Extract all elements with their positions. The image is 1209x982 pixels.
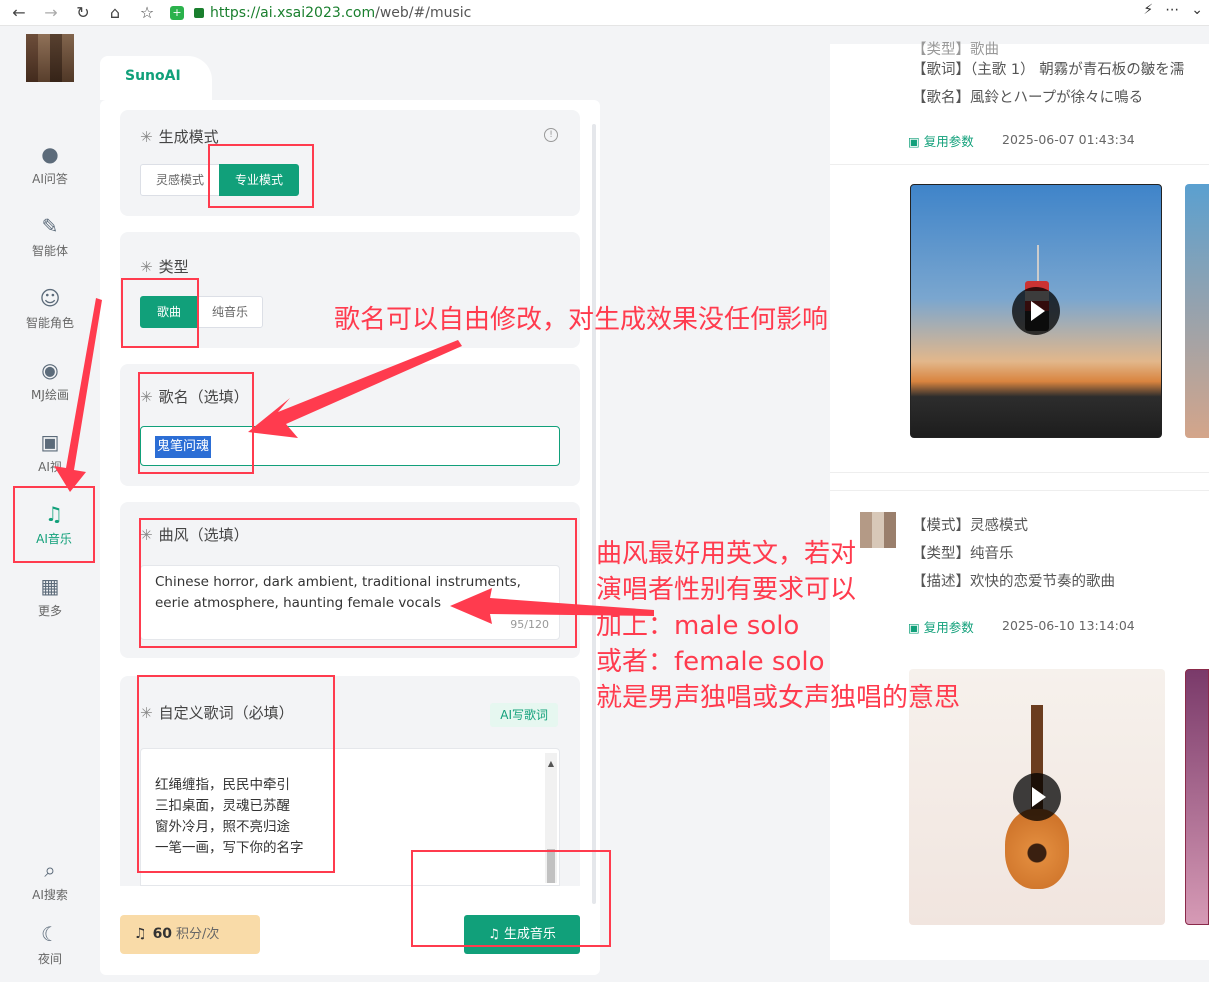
divider xyxy=(830,164,1209,165)
annotation-song-name: 歌名可以自由修改，对生成效果没任何影响 xyxy=(334,305,829,335)
favorites-icon[interactable]: ☆ xyxy=(136,2,158,24)
reuse-params-button[interactable]: ▣ 复用参数 xyxy=(908,617,974,636)
history-avatar xyxy=(860,512,896,548)
copy-icon: ▣ xyxy=(908,620,920,635)
reuse-params-button[interactable]: ▣ 复用参数 xyxy=(908,131,974,150)
sidebar-item-label: MJ绘画 xyxy=(31,388,69,402)
reload-icon[interactable]: ↻ xyxy=(72,2,94,24)
ai-write-lyrics-button[interactable]: AI写歌词 xyxy=(490,703,558,727)
sidebar-item-role[interactable]: ☺ 智能角色 xyxy=(0,286,100,331)
head-icon: ☺ xyxy=(39,286,61,310)
music-note-icon: ♫ xyxy=(134,926,147,942)
sidebar-item-ai-video[interactable]: ▣ AI视 xyxy=(0,430,100,475)
avatar[interactable] xyxy=(26,34,74,82)
sidebar-item-more[interactable]: ▦ 更多 xyxy=(0,574,100,619)
info-icon[interactable]: ! xyxy=(544,128,558,142)
more-icon[interactable]: ⋯ xyxy=(1165,2,1179,18)
annotation-style-line: 或者：female solo xyxy=(596,647,825,677)
points-unit: 积分/次 xyxy=(176,927,220,942)
song-cover-partial[interactable] xyxy=(1185,184,1209,438)
copy-icon: ▣ xyxy=(908,134,920,149)
browser-toolbar: ← → ↻ ⌂ ☆ + https://ai.xsai2023.com/web/… xyxy=(0,0,1209,26)
highlight-ai-music xyxy=(13,486,95,563)
panel-scrollbar[interactable] xyxy=(592,124,596,904)
grid-icon: ▦ xyxy=(40,574,60,598)
address-bar[interactable]: + https://ai.xsai2023.com/web/#/music xyxy=(164,1,471,25)
lock-icon xyxy=(194,7,204,18)
search-icon: ⌕ xyxy=(44,858,56,882)
palette-icon: ◉ xyxy=(41,358,59,382)
annotation-style-line: 加上：male solo xyxy=(596,611,800,641)
sidebar-item-label: 智能体 xyxy=(31,244,68,258)
highlight-lyrics xyxy=(137,675,335,873)
sidebar-item-label: AI视 xyxy=(38,460,62,474)
play-icon[interactable] xyxy=(1012,287,1060,335)
play-icon[interactable] xyxy=(1013,773,1061,821)
sidebar-item-label: AI问答 xyxy=(32,172,68,186)
sidebar-item-agent[interactable]: ✎ 智能体 xyxy=(0,214,100,259)
sidebar-item-night[interactable]: ☾ 夜间 xyxy=(0,922,100,967)
scroll-up-icon[interactable]: ▲ xyxy=(545,753,557,774)
history-type-line: 【类型】纯音乐 xyxy=(912,546,1014,562)
highlight-style xyxy=(139,518,577,648)
home-icon[interactable]: ⌂ xyxy=(104,2,126,24)
highlight-song-name xyxy=(138,372,254,474)
history-date: 2025-06-07 01:43:34 xyxy=(1002,132,1135,147)
song-cover-partial[interactable] xyxy=(1185,669,1209,925)
chat-icon: ● xyxy=(41,142,59,166)
type-instrumental-button[interactable]: 纯音乐 xyxy=(197,296,263,328)
sidebar-item-ai-search[interactable]: ⌕ AI搜索 xyxy=(0,858,100,903)
windchime-graphic xyxy=(1037,245,1039,285)
feather-icon: ✎ xyxy=(41,214,59,238)
mode-label: ✳ 生成模式 xyxy=(140,128,219,146)
tab-sunoai[interactable]: SunoAI xyxy=(100,56,212,100)
moon-icon: ☾ xyxy=(41,922,59,946)
sidebar-item-label: 夜间 xyxy=(37,952,62,966)
flash-icon[interactable]: ⚡ xyxy=(1143,2,1153,18)
sidebar-item-ai-chat[interactable]: ● AI问答 xyxy=(0,142,100,187)
highlight-generate xyxy=(411,850,611,947)
annotation-style-line: 演唱者性别有要求可以 xyxy=(596,575,857,605)
mode-card: ✳ 生成模式 ! 灵感模式 专业模式 xyxy=(120,110,580,216)
truncated-line: 【类型】歌曲 xyxy=(912,42,999,58)
song-cover-windchime[interactable] xyxy=(910,184,1162,438)
chevron-down-icon[interactable]: ⌄ xyxy=(1191,2,1203,18)
history-panel: 【类型】歌曲 【歌词】（主歌 1） 朝霧が青石板の皺を濡 【歌名】風鈴とハープが… xyxy=(830,42,1209,960)
points-cost-badge: ♫ 60 积分/次 xyxy=(120,915,260,954)
sidebar-item-label: 智能角色 xyxy=(25,316,74,330)
forward-icon[interactable]: → xyxy=(40,2,62,24)
url-host: https://ai.xsai2023.com xyxy=(210,4,376,21)
sidebar-item-label: 更多 xyxy=(37,604,62,618)
guitar-graphic xyxy=(1005,809,1069,889)
type-label: ✳ 类型 xyxy=(140,258,189,276)
divider xyxy=(830,472,1209,473)
sidebar-item-label: AI搜索 xyxy=(32,888,68,902)
history-desc-line: 【描述】欢快的恋爱节奏的歌曲 xyxy=(912,574,1115,590)
video-icon: ▣ xyxy=(40,430,60,454)
back-icon[interactable]: ← xyxy=(8,2,30,24)
url-path: /web/#/music xyxy=(375,4,472,21)
annotation-style-line: 曲风最好用英文，若对 xyxy=(596,539,857,569)
divider xyxy=(830,490,1209,491)
highlight-song-type xyxy=(121,278,199,348)
points-value: 60 xyxy=(152,926,173,942)
history-date: 2025-06-10 13:14:04 xyxy=(1002,618,1135,633)
highlight-pro-mode xyxy=(208,144,314,208)
extension-icon[interactable]: + xyxy=(170,5,184,20)
annotation-style-line: 就是男声独唱或女声独唱的意思 xyxy=(596,683,961,713)
sidebar-item-mj-draw[interactable]: ◉ MJ绘画 xyxy=(0,358,100,403)
history-mode-line: 【模式】灵感模式 xyxy=(912,518,1028,534)
history-name-line: 【歌名】風鈴とハープが徐々に鳴る xyxy=(912,90,1144,106)
history-lyrics-line: 【歌词】（主歌 1） 朝霧が青石板の皺を濡 xyxy=(912,62,1185,78)
